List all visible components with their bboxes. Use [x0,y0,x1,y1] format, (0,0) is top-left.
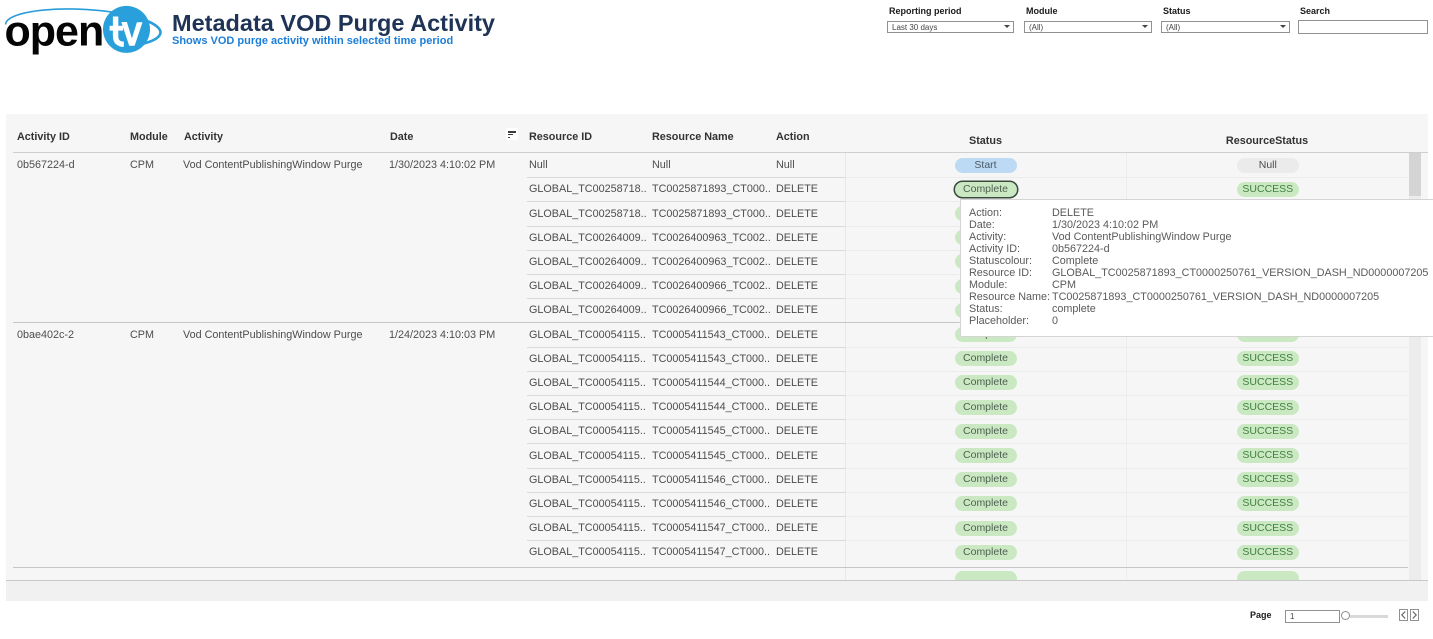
svg-text:open: open [5,7,104,55]
